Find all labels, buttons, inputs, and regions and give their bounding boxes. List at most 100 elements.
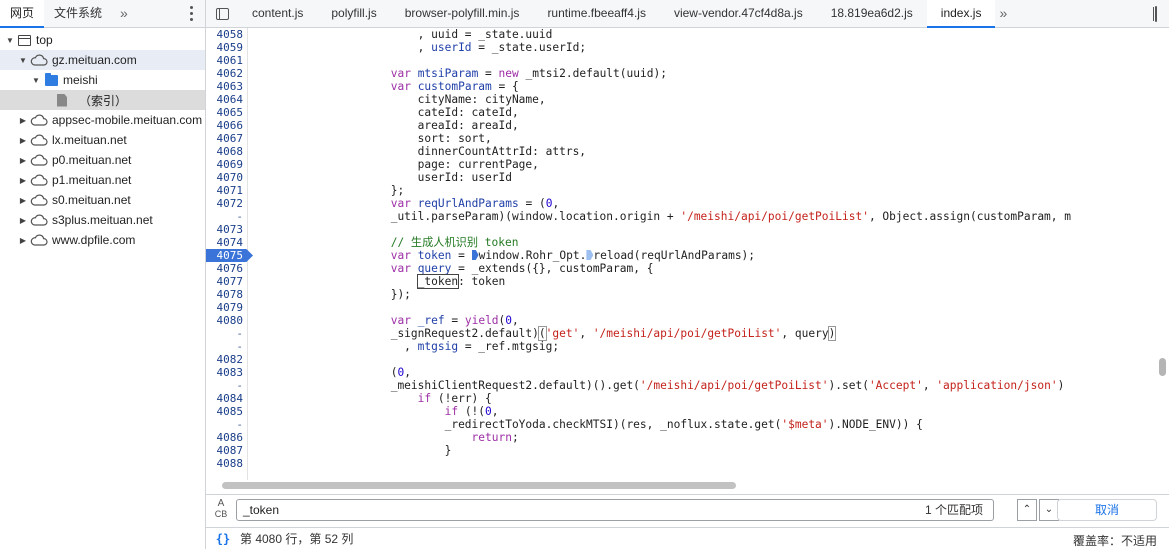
tree-item[interactable]: （索引） <box>0 90 205 110</box>
editor-tab[interactable]: browser-polyfill.min.js <box>391 0 534 27</box>
tree-item[interactable]: ▼ top <box>0 30 205 50</box>
caret-right-icon[interactable]: ▶ <box>17 196 29 205</box>
code-line[interactable]: var query = _extends({}, customParam, { <box>256 262 1169 275</box>
line-number[interactable]: - <box>206 210 247 223</box>
tab-page[interactable]: 网页 <box>0 0 45 28</box>
editor-tab[interactable]: content.js <box>238 0 317 27</box>
caret-right-icon[interactable]: ▶ <box>17 156 29 165</box>
caret-right-icon[interactable]: ▶ <box>17 116 29 125</box>
caret-right-icon[interactable]: ▶ <box>17 136 29 145</box>
toggle-debugger-button[interactable] <box>1155 6 1157 22</box>
caret-down-icon[interactable]: ▼ <box>4 36 16 45</box>
line-number[interactable]: 4074 <box>206 236 247 249</box>
next-match-button[interactable]: ⌄ <box>1039 498 1059 521</box>
code-line[interactable]: var token = window.Rohr_Opt. reload(reqUr… <box>256 249 1169 262</box>
code-line[interactable]: return; <box>256 431 1169 444</box>
editor-tab[interactable]: runtime.fbeeaff4.js <box>533 0 660 27</box>
pretty-print-icon[interactable]: {} <box>206 532 240 546</box>
tree-item[interactable]: ▶ lx.meituan.net <box>0 130 205 150</box>
tree-item[interactable]: ▶ www.dpfile.com <box>0 230 205 250</box>
caret-right-icon[interactable]: ▶ <box>17 236 29 245</box>
breakpoint-line-number[interactable]: 4075 <box>206 249 253 262</box>
search-input[interactable]: _token 1 个匹配项 ⌃ ⌄ <box>236 498 1059 521</box>
code-line[interactable] <box>256 54 1169 67</box>
line-number[interactable]: 4070 <box>206 171 247 184</box>
line-number[interactable]: 4061 <box>206 54 247 67</box>
kebab-menu-icon[interactable] <box>189 6 193 22</box>
line-number[interactable]: 4063 <box>206 80 247 93</box>
line-number[interactable]: - <box>206 327 247 340</box>
code-line[interactable]: _signRequest2.default)('get', '/meishi/a… <box>256 326 1169 341</box>
code-editor[interactable]: 4058 4059 4061 4062 4063 4064 4065 4066 4067 4068… <box>206 28 1169 480</box>
editor-tab[interactable]: polyfill.js <box>317 0 390 27</box>
code-line[interactable]: , uuid = _state.uuid <box>256 28 1169 41</box>
line-number[interactable]: 4079 <box>206 301 247 314</box>
code-line[interactable]: var customParam = { <box>256 80 1169 93</box>
line-number[interactable]: 4080 <box>206 314 247 327</box>
code-line[interactable]: sort: sort, <box>256 132 1169 145</box>
line-number[interactable]: 4065 <box>206 106 247 119</box>
tree-item[interactable]: ▶ s0.meituan.net <box>0 190 205 210</box>
line-number[interactable]: 4059 <box>206 41 247 54</box>
line-number[interactable]: - <box>206 340 247 353</box>
tab-filesystem[interactable]: 文件系统 <box>44 0 112 27</box>
tree-item[interactable]: ▶ s3plus.meituan.net <box>0 210 205 230</box>
line-number[interactable]: 4066 <box>206 119 247 132</box>
caret-right-icon[interactable]: ▶ <box>17 216 29 225</box>
editor-tab[interactable]: index.js <box>926 0 996 28</box>
line-number[interactable]: 4072 <box>206 197 247 210</box>
code-line[interactable]: if (!err) { <box>256 392 1169 405</box>
tree-item[interactable]: ▼ meishi <box>0 70 205 90</box>
line-number[interactable]: 4082 <box>206 353 247 366</box>
line-number[interactable]: 4083 <box>206 366 247 379</box>
code-line[interactable] <box>256 301 1169 314</box>
code-line[interactable]: _token: token <box>256 274 1169 289</box>
more-tabs-chevron-icon[interactable]: » <box>112 0 136 27</box>
line-number[interactable]: 4085 <box>206 405 247 418</box>
line-number[interactable]: 4073 <box>206 223 247 236</box>
code-line[interactable]: page: currentPage, <box>256 158 1169 171</box>
line-number-gutter[interactable]: 4058 4059 4061 4062 4063 4064 4065 4066 4067 4068… <box>206 28 253 480</box>
inline-breakpoint-icon[interactable] <box>471 250 479 260</box>
code-line[interactable]: var _ref = yield(0, <box>256 314 1169 327</box>
more-editor-tabs-chevron-icon[interactable]: » <box>995 0 1011 27</box>
code-line[interactable] <box>256 353 1169 366</box>
tree-item[interactable]: ▼ gz.meituan.com <box>0 50 205 70</box>
caret-down-icon[interactable]: ▼ <box>17 56 29 65</box>
caret-down-icon[interactable]: ▼ <box>30 76 42 85</box>
code-line[interactable]: cityName: cityName, <box>256 93 1169 106</box>
code-line[interactable]: var mtsiParam = new _mtsi2.default(uuid)… <box>256 67 1169 80</box>
line-number[interactable]: 4087 <box>206 444 247 457</box>
tree-item[interactable]: ▶ p0.meituan.net <box>0 150 205 170</box>
line-number[interactable]: 4071 <box>206 184 247 197</box>
line-number[interactable]: 4058 <box>206 28 247 41</box>
code-line[interactable]: }; <box>256 184 1169 197</box>
code-line[interactable]: , userId = _state.userId; <box>256 41 1169 54</box>
line-number[interactable]: 4067 <box>206 132 247 145</box>
code-line[interactable]: (0, <box>256 366 1169 379</box>
tree-item[interactable]: ▶ p1.meituan.net <box>0 170 205 190</box>
replace-toggle-icon[interactable]: A CB <box>206 499 236 520</box>
code-line[interactable]: _meishiClientRequest2.default)().get('/m… <box>256 379 1169 392</box>
tree-item[interactable]: ▶ appsec-mobile.meituan.com <box>0 110 205 130</box>
code-line[interactable]: }); <box>256 288 1169 301</box>
toggle-navigator-button[interactable] <box>206 0 238 27</box>
code-line[interactable]: , mtgsig = _ref.mtgsig; <box>256 340 1169 353</box>
code-line[interactable]: if (!(0, <box>256 405 1169 418</box>
code-line[interactable]: // 生成人机识别 token <box>256 236 1169 249</box>
code-line[interactable]: cateId: cateId, <box>256 106 1169 119</box>
code-line[interactable]: _redirectToYoda.checkMTSI)(res, _noflux.… <box>256 418 1169 431</box>
line-number[interactable]: 4077 <box>206 275 247 288</box>
editor-tab[interactable]: 18.819ea6d2.js <box>817 0 927 27</box>
code-line[interactable]: areaId: areaId, <box>256 119 1169 132</box>
line-number[interactable]: 4068 <box>206 145 247 158</box>
line-number[interactable]: 4062 <box>206 67 247 80</box>
code-lines[interactable]: , uuid = _state.uuid , userId = _state.u… <box>256 28 1169 470</box>
previous-match-button[interactable]: ⌃ <box>1017 498 1037 521</box>
caret-right-icon[interactable]: ▶ <box>17 176 29 185</box>
code-line[interactable] <box>256 223 1169 236</box>
vertical-scrollbar[interactable] <box>1159 358 1166 376</box>
line-number[interactable]: 4086 <box>206 431 247 444</box>
editor-tab[interactable]: view-vendor.47cf4d8a.js <box>660 0 817 27</box>
horizontal-scrollbar[interactable] <box>222 482 736 489</box>
